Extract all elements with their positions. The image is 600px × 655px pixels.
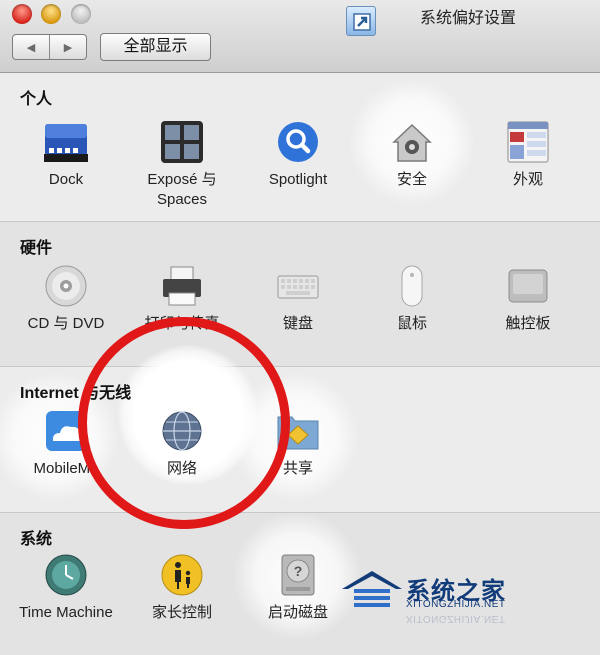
pane-spotlight[interactable]: Spotlight xyxy=(243,120,353,190)
pane-label: 家长控制 xyxy=(151,604,212,621)
watermark-logo-icon xyxy=(342,571,402,607)
pane-label: Time Machine xyxy=(19,604,113,621)
show-all-button[interactable]: 全部显示 xyxy=(100,33,211,61)
zoom-window-button[interactable] xyxy=(71,4,91,24)
time-machine-icon xyxy=(44,553,88,597)
back-arrow-icon[interactable]: ◀ xyxy=(13,35,49,59)
section-title: 系统 xyxy=(20,531,53,548)
close-window-button[interactable] xyxy=(12,4,32,24)
pane-security[interactable]: 安全 xyxy=(357,120,467,190)
navigation-segmented-control: ◀ ▶ xyxy=(12,34,87,60)
watermark-url: XITONGZHIJIA.NET xyxy=(406,599,506,610)
highlight-circle-annotation xyxy=(78,317,290,529)
appearance-icon xyxy=(506,120,550,164)
section-title: 个人 xyxy=(20,91,53,108)
watermark: 系统之家 XITONGZHIJIA.NET XITONGZHIJIA.NET xyxy=(340,567,590,637)
pane-label: Exposé 与 Spaces xyxy=(147,171,217,208)
minimize-window-button[interactable] xyxy=(41,4,61,24)
pane-startup-disk[interactable]: ? 启动磁盘 xyxy=(243,553,353,623)
pane-label: 外观 xyxy=(512,171,543,188)
pane-cd-dvd[interactable]: CD 与 DVD xyxy=(11,264,121,334)
security-house-icon xyxy=(390,120,434,164)
cd-icon xyxy=(44,264,88,308)
pane-label: 安全 xyxy=(396,171,427,188)
pane-label: Spotlight xyxy=(268,171,328,188)
window-proxy-icon[interactable] xyxy=(346,6,376,36)
parental-controls-icon xyxy=(160,553,204,597)
forward-arrow-icon[interactable]: ▶ xyxy=(49,35,86,59)
system-preferences-window: 系统偏好设置 ◀ ▶ 全部显示 个人 Dock Exposé 与 Spaces xyxy=(0,0,600,655)
pane-trackpad[interactable]: 触控板 xyxy=(473,264,583,334)
pane-label: Dock xyxy=(48,171,84,188)
pane-label: CD 与 DVD xyxy=(27,315,105,332)
title-bar: 系统偏好设置 ◀ ▶ 全部显示 xyxy=(0,0,600,73)
section-hardware: 硬件 CD 与 DVD 打印与传真 键盘 鼠标 触控板 xyxy=(0,222,600,367)
pane-appearance[interactable]: 外观 xyxy=(473,120,583,190)
trackpad-icon xyxy=(506,264,550,308)
pane-dock[interactable]: Dock xyxy=(11,120,121,190)
section-personal: 个人 Dock Exposé 与 Spaces Spotlight 安全 外观 xyxy=(0,73,600,222)
startup-disk-icon: ? xyxy=(276,553,320,597)
pane-mouse[interactable]: 鼠标 xyxy=(357,264,467,334)
expose-icon xyxy=(160,120,204,164)
keyboard-icon xyxy=(276,264,320,308)
section-title: 硬件 xyxy=(20,240,53,257)
pane-expose-spaces[interactable]: Exposé 与 Spaces xyxy=(127,120,237,210)
watermark-url-reflection: XITONGZHIJIA.NET xyxy=(406,613,506,624)
svg-text:?: ? xyxy=(294,563,303,579)
pane-label: 启动磁盘 xyxy=(267,604,328,621)
mouse-icon xyxy=(390,264,434,308)
pane-label: 触控板 xyxy=(505,315,551,332)
pane-parental-controls[interactable]: 家长控制 xyxy=(127,553,237,623)
pane-keyboard[interactable]: 键盘 xyxy=(243,264,353,334)
pane-time-machine[interactable]: Time Machine xyxy=(11,553,121,623)
window-title: 系统偏好设置 xyxy=(420,10,517,27)
dock-icon xyxy=(44,120,88,164)
pane-label: 鼠标 xyxy=(396,315,427,332)
spotlight-icon xyxy=(276,120,320,164)
pane-label: 键盘 xyxy=(282,315,313,332)
printer-icon xyxy=(160,264,204,308)
